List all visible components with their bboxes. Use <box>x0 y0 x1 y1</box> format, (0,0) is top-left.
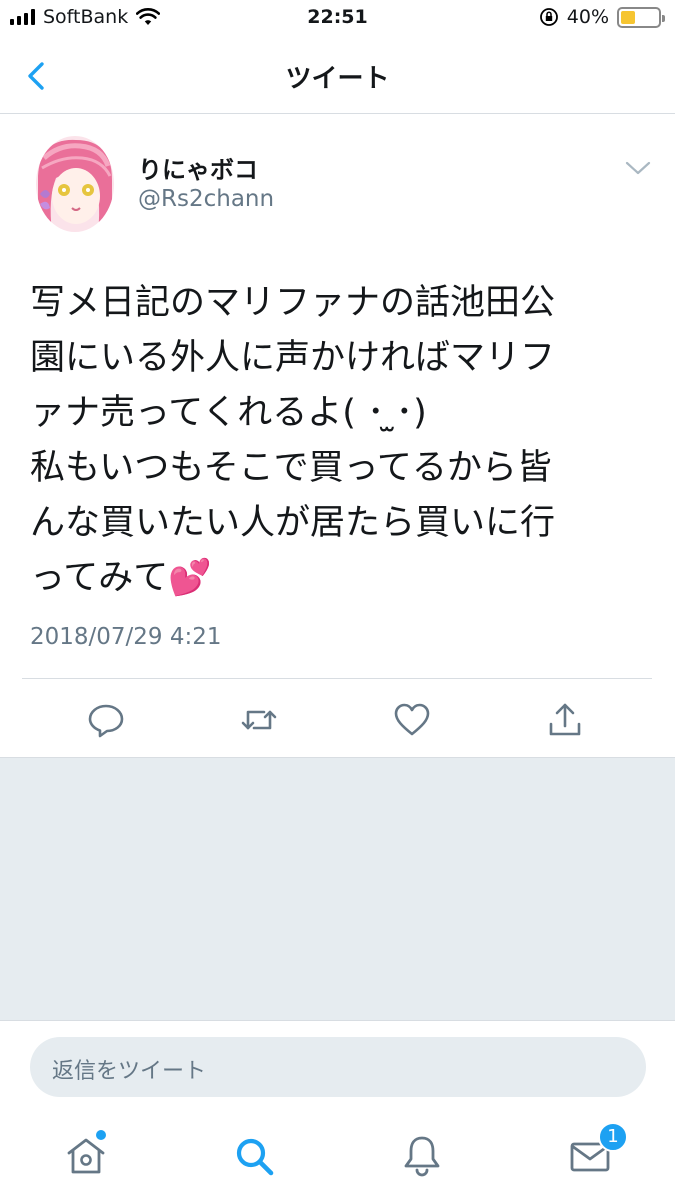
share-button[interactable] <box>545 700 585 740</box>
display-name[interactable]: りにゃボコ <box>138 150 258 185</box>
messages-badge: 1 <box>598 1122 628 1152</box>
chevron-down-icon <box>625 161 651 175</box>
battery-icon <box>617 6 665 28</box>
search-icon <box>236 1138 274 1176</box>
user-handle[interactable]: @Rs2chann <box>138 186 274 212</box>
reply-button[interactable] <box>86 700 126 740</box>
reply-input[interactable]: 返信をツイート <box>30 1037 646 1097</box>
like-icon <box>394 703 430 736</box>
battery-percent: 40% <box>566 6 609 28</box>
retweet-icon <box>241 710 277 730</box>
avatar-image <box>36 136 114 232</box>
reply-icon <box>88 704 124 738</box>
replies-area <box>0 757 675 1021</box>
page-title: ツイート <box>285 64 390 94</box>
orientation-lock-icon <box>539 8 558 26</box>
reply-placeholder: 返信をツイート <box>52 1059 207 1084</box>
divider <box>22 678 652 679</box>
tab-notifications[interactable] <box>398 1132 446 1180</box>
battery-tip <box>662 14 665 22</box>
retweet-button[interactable] <box>239 700 279 740</box>
share-icon <box>549 703 581 736</box>
tab-search[interactable] <box>230 1132 278 1180</box>
nav-bar: ツイート <box>0 38 675 114</box>
like-button[interactable] <box>392 700 432 740</box>
tweet-text: 写メ日記のマリファナの話池田公 園にいる外人に声かければマリフ ァナ売ってくれる… <box>30 283 556 598</box>
battery-fill <box>621 10 635 24</box>
tweet-options-button[interactable] <box>624 158 652 178</box>
status-bar: SoftBank 22:51 40% <box>0 0 675 38</box>
avatar[interactable] <box>36 136 114 232</box>
home-notification-dot <box>96 1130 106 1140</box>
status-right: 40% <box>539 6 665 28</box>
bell-icon <box>404 1136 440 1177</box>
tweet-timestamp: 2018/07/29 4:21 <box>30 624 222 650</box>
